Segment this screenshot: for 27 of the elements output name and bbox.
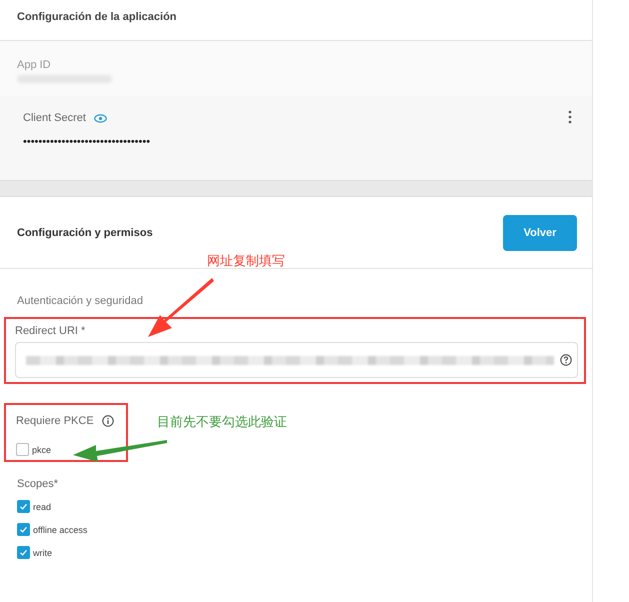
help-icon[interactable] <box>560 354 572 366</box>
field-label: Redirect URI * <box>15 325 86 337</box>
field-label: Requiere PKCE <box>16 415 94 427</box>
field-label: App ID <box>17 59 52 71</box>
checkbox-label: pkce <box>32 444 52 454</box>
info-icon[interactable] <box>102 415 114 427</box>
checkbox[interactable] <box>17 546 30 559</box>
field-label: Client Secret <box>23 112 86 124</box>
checkbox-label: write <box>33 548 52 558</box>
eye-icon[interactable] <box>94 114 107 122</box>
checkbox[interactable] <box>16 443 29 456</box>
arrow <box>148 278 214 337</box>
checkbox-label: read <box>33 502 52 512</box>
secret-value: ••••••••••••••••••••••••••••••••• <box>23 136 152 148</box>
annotation-text: 目前先不要勾选此验证 <box>157 413 287 431</box>
checkbox[interactable] <box>17 523 30 536</box>
check-icon <box>19 502 28 511</box>
checkbox-label: offline access <box>33 524 88 534</box>
more-icon[interactable] <box>568 110 572 124</box>
checkbox[interactable] <box>17 500 30 513</box>
check-icon <box>19 548 28 557</box>
check-icon <box>19 525 28 534</box>
back-button[interactable]: Volver <box>503 215 577 251</box>
field-label: Scopes* <box>17 478 59 490</box>
annotation-text: 网址复制填写 <box>207 252 285 270</box>
section-title: Configuración y permisos <box>17 227 153 239</box>
section-subtitle: Autenticación y seguridad <box>17 295 143 307</box>
